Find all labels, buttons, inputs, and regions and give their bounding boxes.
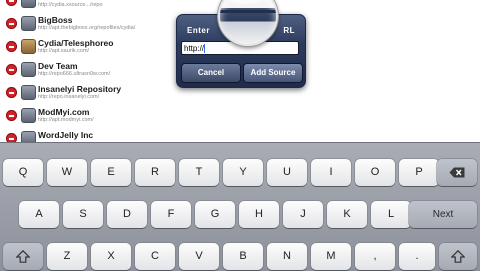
text-caret — [204, 44, 206, 54]
key-j[interactable]: J — [283, 201, 323, 228]
key-t[interactable]: T — [179, 159, 219, 186]
on-screen-keyboard: Q W E R T Y U I O P A S D F G H J K L Ne… — [0, 142, 480, 271]
key-n[interactable]: N — [267, 243, 307, 270]
source-icon — [21, 16, 36, 31]
key-y[interactable]: Y — [223, 159, 263, 186]
source-name: Dev Team — [38, 61, 78, 71]
key-v[interactable]: V — [179, 243, 219, 270]
source-url: http://repo.insanelyi.com/ — [38, 94, 100, 100]
key-a[interactable]: A — [19, 201, 59, 228]
key-g[interactable]: G — [195, 201, 235, 228]
key-h[interactable]: H — [239, 201, 279, 228]
backspace-key[interactable] — [437, 159, 477, 186]
source-icon — [21, 85, 36, 100]
cydia-icon — [21, 39, 36, 54]
key-u[interactable]: U — [267, 159, 307, 186]
cancel-button[interactable]: Cancel — [181, 63, 241, 83]
key-b[interactable]: B — [223, 243, 263, 270]
key-l[interactable]: L — [371, 201, 411, 228]
source-name: Insanelyi Repository — [38, 84, 122, 94]
key-q[interactable]: Q — [3, 159, 43, 186]
source-icon — [21, 62, 36, 77]
source-icon — [21, 108, 36, 123]
source-name: WordJelly Inc — [38, 130, 94, 140]
key-k[interactable]: K — [327, 201, 367, 228]
shift-key-left[interactable] — [3, 243, 43, 270]
key-r[interactable]: R — [135, 159, 175, 186]
key-w[interactable]: W — [47, 159, 87, 186]
key-s[interactable]: S — [63, 201, 103, 228]
key-c[interactable]: C — [135, 243, 175, 270]
backspace-icon — [449, 167, 465, 178]
source-row[interactable]: ModMyi.com http://apt.modmyi.com/ — [0, 104, 480, 128]
key-i[interactable]: I — [311, 159, 351, 186]
source-name: ModMyi.com — [38, 107, 90, 117]
key-f[interactable]: F — [151, 201, 191, 228]
delete-icon[interactable] — [6, 110, 17, 121]
key-d[interactable]: D — [107, 201, 147, 228]
source-icon — [21, 0, 36, 8]
source-name: Cydia/Telesphoreo — [38, 38, 114, 48]
key-e[interactable]: E — [91, 159, 131, 186]
delete-icon[interactable] — [6, 87, 17, 98]
key-comma[interactable]: , — [355, 243, 395, 270]
delete-icon[interactable] — [6, 41, 17, 52]
dialog-title-right: RL — [283, 26, 295, 35]
delete-icon[interactable] — [6, 133, 17, 142]
source-url-input-value: http:// — [184, 44, 205, 53]
dialog-title-left: Enter — [187, 26, 210, 35]
source-url: http://apt.saurik.com/ — [38, 48, 90, 54]
delete-icon[interactable] — [6, 64, 17, 75]
key-x[interactable]: X — [91, 243, 131, 270]
key-z[interactable]: Z — [47, 243, 87, 270]
key-o[interactable]: O — [355, 159, 395, 186]
key-p[interactable]: P — [399, 159, 439, 186]
add-source-button[interactable]: Add Source — [243, 63, 303, 83]
shift-icon — [451, 250, 465, 263]
loupe-glint — [228, 0, 264, 4]
source-url: http://apt.modmyi.com/ — [38, 117, 94, 123]
delete-icon[interactable] — [6, 18, 17, 29]
key-period[interactable]: . — [399, 243, 435, 270]
next-key[interactable]: Next — [409, 201, 477, 228]
source-name: BigBoss — [38, 15, 73, 25]
delete-icon[interactable] — [6, 0, 17, 6]
source-url: http://repo666.ultrasn0w.com/ — [38, 71, 111, 77]
shift-icon — [16, 250, 30, 263]
loupe-band — [220, 10, 276, 13]
source-url: http://apt.thebigboss.org/repofiles/cydi… — [38, 25, 136, 31]
shift-key-right[interactable] — [439, 243, 477, 270]
source-url: http://cydia.xsource.../repo — [38, 2, 103, 8]
key-m[interactable]: M — [311, 243, 351, 270]
source-icon — [21, 131, 36, 142]
source-row[interactable]: WordJelly Inc — [0, 127, 480, 142]
